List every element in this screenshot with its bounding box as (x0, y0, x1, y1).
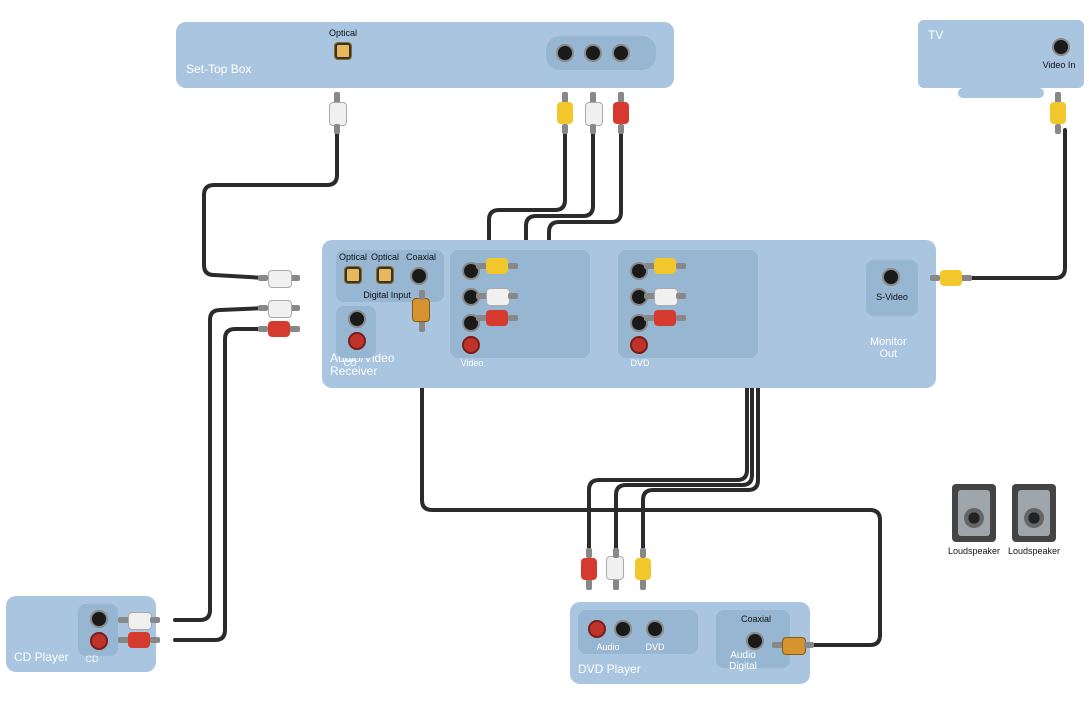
optical-plug-settop (329, 92, 345, 134)
receiver-cd-l-port (348, 310, 366, 328)
rca-plug-yellow-settop (557, 92, 573, 134)
rca-plug-red-cd-in (258, 321, 300, 337)
rca-plug-yellow-monitor-out (930, 270, 972, 286)
receiver-coaxial-port (410, 267, 428, 285)
settop-audio-r-port (612, 44, 630, 62)
dvdplayer-label: DVD Player (578, 662, 641, 676)
receiver-dvd-r-port (630, 336, 648, 354)
receiver-svideo-label: S-Video (868, 292, 916, 302)
loudspeaker-left (952, 484, 996, 542)
rca-plug-white-settop (585, 92, 601, 134)
rca-plug-yellow-dvd-out (635, 548, 651, 590)
coaxial-plug-receiver (414, 290, 430, 332)
tv-video-in-label: Video In (1038, 60, 1080, 70)
receiver-coaxial-label: Coaxial (404, 252, 438, 262)
receiver-optical1-port (344, 266, 362, 284)
settop-audio-w-port (584, 44, 602, 62)
loudspeaker-left-label: Loudspeaker (942, 546, 1006, 556)
rca-plug-red-settop (613, 92, 629, 134)
loudspeaker-right (1012, 484, 1056, 542)
receiver-optical2-port (376, 266, 394, 284)
rca-plug-white-dvd-in (644, 288, 686, 304)
loudspeaker-right-label: Loudspeaker (1002, 546, 1066, 556)
rca-plug-yellow-dvd-in (644, 258, 686, 274)
receiver-optical1-label: Optical (338, 252, 368, 262)
cdplayer-r-port (90, 632, 108, 650)
rca-plug-red-dvd-in (644, 310, 686, 326)
rca-plug-yellow-video-in (476, 258, 518, 274)
rca-plug-red-video-in (476, 310, 518, 326)
dvdplayer-audio-l-port (614, 620, 632, 638)
dvdplayer-coaxial-port (746, 632, 764, 650)
dvdplayer-audio-label: Audio (588, 642, 628, 652)
rca-plug-yellow-tv-in (1050, 92, 1066, 134)
receiver-cd-r-port (348, 332, 366, 350)
settop-label: Set-Top Box (186, 62, 251, 76)
coaxial-plug-dvd-out (772, 637, 814, 653)
settop-box-panel: Set-Top Box Optical (176, 22, 674, 88)
receiver-video-label: Video (452, 358, 492, 368)
rca-plug-red-dvd-out (581, 548, 597, 590)
cdplayer-label: CD Player (14, 650, 69, 664)
dvdplayer-audiodigital-label: Audio Digital (718, 650, 768, 672)
receiver-monitorout-label: Monitor Out (870, 336, 907, 360)
tv-video-in-port (1052, 38, 1070, 56)
receiver-optical2-label: Optical (370, 252, 400, 262)
cdplayer-l-port (90, 610, 108, 628)
rca-plug-red-cd-out (118, 632, 160, 648)
receiver-digitalinput-label: Digital Input (352, 290, 422, 300)
rca-plug-white-cd-in (258, 300, 300, 316)
tv-panel: TV Video In (918, 20, 1084, 88)
tv-stand (958, 88, 1044, 98)
rca-plug-white-video-in (476, 288, 518, 304)
receiver-cd-label2: CD (340, 358, 360, 368)
tv-label: TV (928, 28, 943, 42)
settop-video-y-port (556, 44, 574, 62)
settop-optical-port (334, 42, 352, 60)
optical-plug-receiver (258, 270, 300, 286)
rca-plug-white-cd-out (118, 612, 160, 628)
dvdplayer-dvd-label: DVD (640, 642, 670, 652)
settop-optical-label: Optical (326, 28, 360, 38)
receiver-video-r-port (462, 336, 480, 354)
dvdplayer-svideo-port (646, 620, 664, 638)
rca-plug-white-dvd-out (608, 548, 624, 590)
receiver-monitor-out-port (882, 268, 900, 286)
dvdplayer-coaxial-label: Coaxial (736, 614, 776, 624)
cdplayer-cd-label: CD (82, 654, 102, 664)
dvdplayer-audio-r-port (588, 620, 606, 638)
receiver-dvd-label: DVD (620, 358, 660, 368)
